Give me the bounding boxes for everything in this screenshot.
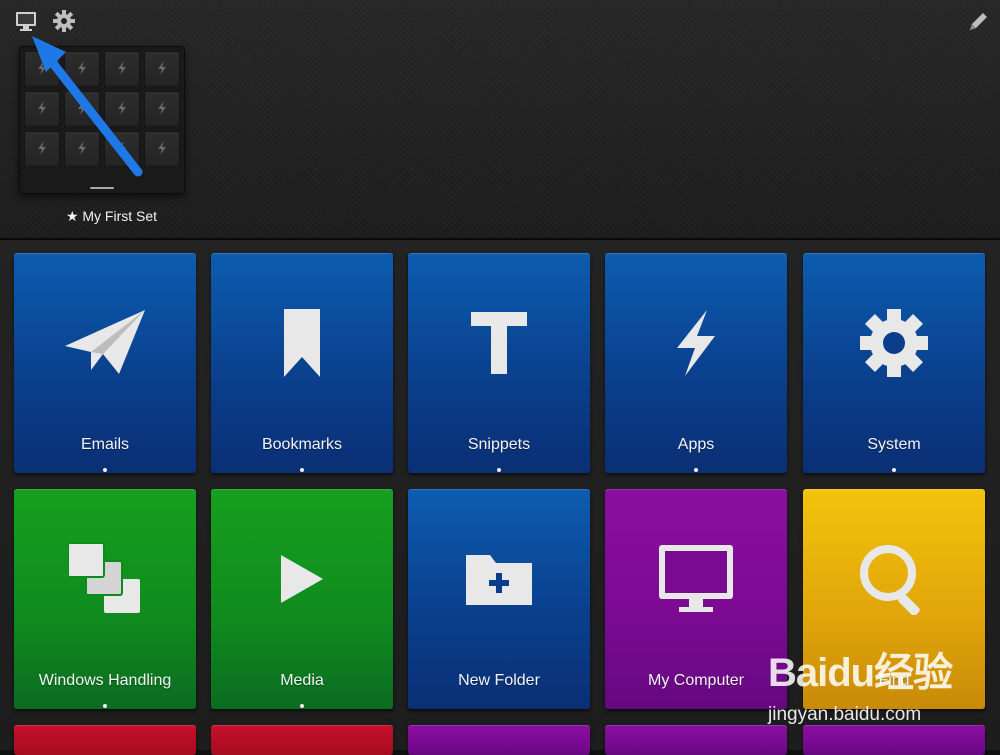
monitor-icon [605, 489, 787, 669]
mini-cell [64, 51, 100, 87]
tile-label: Find [878, 672, 910, 689]
tile-apps[interactable]: Apps [605, 253, 787, 473]
tile-label: New Folder [458, 672, 540, 689]
lightning-icon [116, 60, 128, 79]
folder-plus-icon [408, 489, 590, 669]
indicator-dot [300, 468, 304, 472]
mini-cell [24, 131, 60, 167]
tile-label: System [867, 436, 921, 453]
lightning-icon [36, 140, 48, 159]
mini-cell [24, 51, 60, 87]
lightning-icon [116, 100, 128, 119]
mini-cell [64, 91, 100, 127]
pencil-icon[interactable] [966, 10, 990, 34]
windows-stack-icon [14, 489, 196, 669]
set-name-label[interactable]: ★ My First Set [19, 208, 204, 225]
mini-cell [104, 131, 140, 167]
tile-label: Bookmarks [261, 436, 343, 453]
lightning-icon [36, 60, 48, 79]
tile-label: Snippets [467, 436, 531, 453]
tile-bookmarks[interactable]: Bookmarks [211, 253, 393, 473]
paper-plane-icon [14, 253, 196, 433]
tile-partial[interactable] [605, 725, 787, 755]
indicator-dot [300, 704, 304, 708]
lightning-icon [605, 253, 787, 433]
indicator-dot [103, 704, 107, 708]
mini-cell [144, 51, 180, 87]
mini-cell [144, 91, 180, 127]
lightning-icon [156, 60, 168, 79]
mini-cell [104, 51, 140, 87]
bookmark-icon [211, 253, 393, 433]
monitor-icon[interactable] [14, 10, 38, 32]
lightning-icon [156, 140, 168, 159]
tile-label: Emails [80, 436, 129, 453]
mini-cell [64, 131, 100, 167]
magnifier-icon [803, 489, 985, 669]
set-thumbnail[interactable] [19, 46, 185, 194]
gear-icon[interactable] [52, 9, 76, 33]
tile-label: Apps [677, 436, 715, 453]
drag-handle[interactable] [90, 187, 114, 189]
lightning-icon [36, 100, 48, 119]
tile-find[interactable]: Find [803, 489, 985, 709]
lightning-icon [156, 100, 168, 119]
mini-grid [24, 51, 180, 167]
indicator-dot [103, 468, 107, 472]
text-t-icon [408, 253, 590, 433]
indicator-dot [694, 468, 698, 472]
tile-windows-handling[interactable]: Windows Handling [14, 489, 196, 709]
lightning-icon [76, 60, 88, 79]
indicator-dot [892, 468, 896, 472]
tile-label: My Computer [647, 672, 745, 689]
tile-partial[interactable] [408, 725, 590, 755]
tile-snippets[interactable]: Snippets [408, 253, 590, 473]
tile-emails[interactable]: Emails [14, 253, 196, 473]
tile-media[interactable]: Media [211, 489, 393, 709]
tile-system[interactable]: System [803, 253, 985, 473]
tile-new-folder[interactable]: New Folder [408, 489, 590, 709]
tile-partial[interactable] [211, 725, 393, 755]
mini-cell [144, 131, 180, 167]
mini-cell [104, 91, 140, 127]
indicator-dot [497, 468, 501, 472]
lightning-icon [76, 100, 88, 119]
gear-icon [803, 253, 985, 433]
lightning-icon [76, 140, 88, 159]
mini-cell [24, 91, 60, 127]
tile-label: Media [280, 672, 324, 689]
tile-label: Windows Handling [38, 672, 172, 689]
play-icon [211, 489, 393, 669]
tile-partial[interactable] [14, 725, 196, 755]
lightning-icon [116, 140, 128, 159]
tile-my-computer[interactable]: My Computer [605, 489, 787, 709]
tile-partial[interactable] [803, 725, 985, 755]
